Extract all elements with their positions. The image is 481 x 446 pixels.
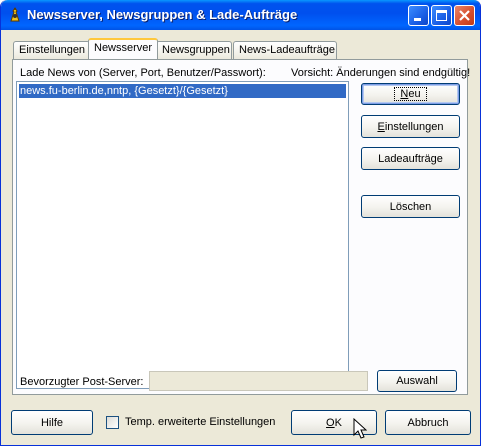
help-button-label: Hilfe	[40, 416, 63, 429]
dialog-window: Newsserver, Newsgruppen & Lade-Aufträge …	[0, 0, 481, 446]
list-item[interactable]: news.fu-berlin.de,nntp, {Gesetzt}/{Geset…	[19, 84, 346, 98]
minimize-button[interactable]	[408, 5, 429, 26]
delete-button-label: Löschen	[389, 200, 432, 213]
app-icon	[10, 7, 20, 22]
minimize-icon	[414, 18, 421, 21]
post-server-field	[149, 371, 368, 391]
select-button[interactable]: Auswahl	[377, 370, 457, 392]
tab-newsgruppen[interactable]: Newsgruppen	[156, 41, 232, 59]
dialog-client: Einstellungen Newsserver Newsgruppen New…	[4, 30, 477, 442]
server-listbox[interactable]: news.fu-berlin.de,nntp, {Gesetzt}/{Geset…	[16, 81, 349, 389]
close-icon	[459, 10, 470, 21]
window-title: Newsserver, Newsgruppen & Lade-Aufträge	[27, 7, 298, 22]
post-server-label: Bevorzugter Post-Server:	[20, 376, 144, 388]
tab-label: Newsgruppen	[162, 44, 230, 56]
temp-settings-label: Temp. erweiterte Einstellungen	[125, 416, 276, 428]
temp-settings-checkbox[interactable]	[106, 416, 119, 429]
jobs-button[interactable]: Ladeaufträge	[361, 147, 460, 170]
tab-news-ladeauftraege[interactable]: News-Ladeaufträge	[233, 41, 337, 59]
new-button[interactable]: Neu	[361, 83, 460, 105]
cancel-button[interactable]: Abbruch	[385, 410, 471, 435]
close-button[interactable]	[454, 5, 475, 26]
settings-button[interactable]: Einstellungen	[361, 115, 460, 138]
cancel-button-label: Abbruch	[407, 416, 449, 429]
jobs-button-label: Ladeaufträge	[378, 152, 443, 165]
tab-label: Newsserver	[94, 42, 153, 54]
tab-einstellungen[interactable]: Einstellungen	[13, 41, 90, 59]
help-button[interactable]: Hilfe	[11, 410, 93, 435]
new-button-label: Neu	[394, 87, 427, 101]
maximize-icon	[436, 10, 447, 21]
maximize-button[interactable]	[431, 5, 452, 26]
tab-newsserver[interactable]: Newsserver	[88, 38, 158, 59]
delete-button[interactable]: Löschen	[361, 195, 460, 218]
tab-label: Einstellungen	[19, 44, 86, 56]
title-bar[interactable]: Newsserver, Newsgruppen & Lade-Aufträge	[1, 0, 480, 30]
settings-button-label: Einstellungen	[377, 120, 444, 133]
ok-button-label: OK	[326, 416, 342, 429]
tab-label: News-Ladeaufträge	[239, 44, 336, 56]
warning-text: Vorsicht: Änderungen sind endgültig!	[291, 67, 471, 79]
select-button-label: Auswahl	[396, 375, 438, 387]
server-list-label: Lade News von (Server, Port, Benutzer/Pa…	[20, 67, 266, 79]
mouse-pointer-icon	[353, 418, 367, 439]
